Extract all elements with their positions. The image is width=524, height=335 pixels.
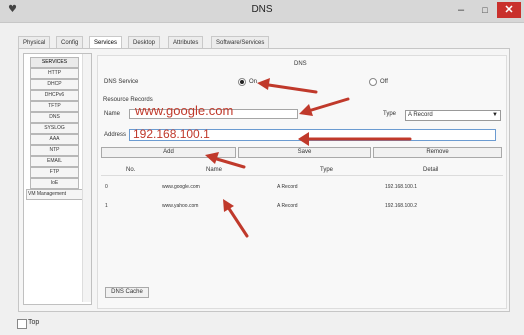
- records-table-header: No. Name Type Detail: [101, 166, 503, 176]
- name-value: www.google.com: [135, 103, 234, 118]
- column-detail: Detail: [423, 167, 439, 173]
- panel-heading: DNS: [294, 61, 307, 67]
- service-item-dns[interactable]: DNS: [30, 112, 79, 123]
- row-type: A Record: [277, 203, 298, 209]
- table-row[interactable]: 1 www.yahoo.com A Record 192.168.100.2: [101, 203, 503, 213]
- row-name: www.google.com: [162, 184, 200, 190]
- services-list: SERVICES HTTP DHCP DHCPv6 TFTP DNS SYSLO…: [23, 53, 92, 305]
- save-button[interactable]: Save: [238, 147, 371, 158]
- service-item-ioe[interactable]: IoE: [30, 178, 79, 189]
- remove-button[interactable]: Remove: [373, 147, 502, 158]
- service-item-vm-management[interactable]: VM Management: [26, 189, 84, 200]
- dns-panel: [97, 55, 507, 309]
- service-item-email[interactable]: EMAIL: [30, 156, 79, 167]
- row-detail: 192.168.100.2: [385, 203, 417, 209]
- chevron-down-icon: ▼: [492, 112, 498, 118]
- dns-off-label: Off: [380, 79, 388, 85]
- dns-off-radio[interactable]: [369, 78, 377, 86]
- top-label: Top: [28, 319, 40, 326]
- service-item-syslog[interactable]: SYSLOG: [30, 123, 79, 134]
- type-value: A Record: [408, 112, 433, 118]
- dns-on-label: On: [249, 79, 258, 85]
- row-detail: 192.168.100.1: [385, 184, 417, 190]
- dns-window: ♥ DNS – □ ✕ Physical Config Services Des…: [0, 0, 524, 335]
- maximize-button[interactable]: □: [474, 2, 496, 18]
- address-value: 192.168.100.1: [133, 127, 210, 141]
- dns-cache-button[interactable]: DNS Cache: [105, 287, 149, 298]
- table-row[interactable]: 0 www.google.com A Record 192.168.100.1: [101, 184, 503, 194]
- service-item-http[interactable]: HTTP: [30, 68, 79, 79]
- service-item-ntp[interactable]: NTP: [30, 145, 79, 156]
- address-label: Address: [104, 132, 127, 138]
- service-item-dhcp[interactable]: DHCP: [30, 79, 79, 90]
- dns-on-radio[interactable]: [238, 78, 246, 86]
- dns-service-label: DNS Service: [104, 79, 139, 85]
- column-name: Name: [206, 167, 223, 173]
- column-no: No.: [126, 167, 136, 173]
- title-bar[interactable]: ♥ DNS – □ ✕: [0, 0, 524, 23]
- add-button[interactable]: Add: [101, 147, 236, 158]
- service-item-ftp[interactable]: FTP: [30, 167, 79, 178]
- name-label: Name: [104, 111, 121, 117]
- column-type: Type: [320, 167, 334, 173]
- type-select[interactable]: A Record ▼: [405, 110, 501, 121]
- service-item-tftp[interactable]: TFTP: [30, 101, 79, 112]
- type-label: Type: [383, 111, 397, 117]
- window-title: DNS: [251, 4, 273, 15]
- service-item-dhcpv6[interactable]: DHCPv6: [30, 90, 79, 101]
- row-no: 1: [105, 203, 108, 209]
- row-no: 0: [105, 184, 108, 190]
- top-checkbox[interactable]: [17, 319, 27, 329]
- services-scrollbar[interactable]: [82, 54, 91, 302]
- close-button[interactable]: ✕: [497, 2, 521, 18]
- service-item-aaa[interactable]: AAA: [30, 134, 79, 145]
- services-header: SERVICES: [30, 57, 79, 68]
- row-type: A Record: [277, 184, 298, 190]
- minimize-button[interactable]: –: [450, 2, 472, 18]
- row-name: www.yahoo.com: [162, 203, 199, 209]
